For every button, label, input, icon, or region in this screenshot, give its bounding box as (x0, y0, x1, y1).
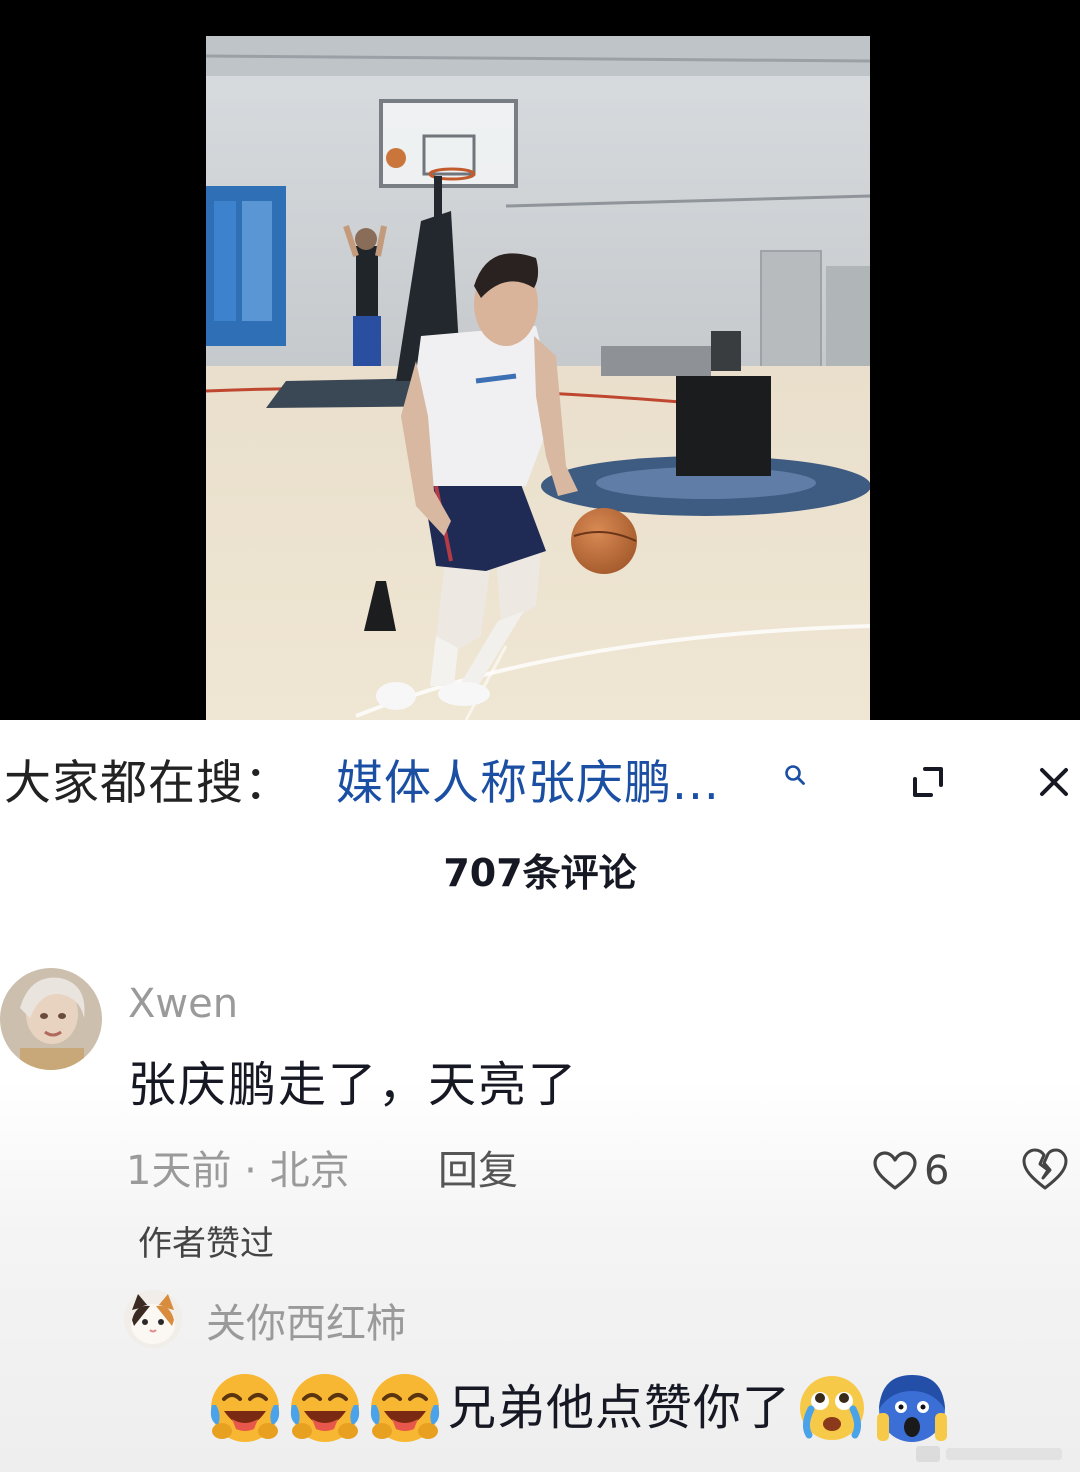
reply-avatar[interactable] (124, 1290, 182, 1348)
user-avatar-image (0, 968, 102, 1070)
laugh-cry-emoji-icon (370, 1374, 440, 1442)
avatar[interactable] (0, 968, 102, 1070)
expand-icon (913, 767, 943, 797)
video-frame[interactable] (206, 36, 870, 720)
watermark-logo (916, 1446, 1062, 1462)
comment-username[interactable]: Xwen (128, 980, 238, 1028)
trending-search-bar[interactable]: 大家都在搜： 媒体人称张庆鹏... (0, 720, 1080, 844)
laugh-cry-emoji-icon (290, 1374, 360, 1442)
like-count: 6 (924, 1148, 950, 1194)
trending-search-link[interactable]: 媒体人称张庆鹏... (336, 756, 720, 812)
cry-emoji-icon (800, 1376, 865, 1440)
scream-emoji-icon (877, 1375, 948, 1442)
video-still-image (206, 36, 870, 720)
broken-heart-icon (1022, 1148, 1068, 1190)
reply-text: 兄弟他点赞你了 (448, 1380, 792, 1436)
like-button[interactable]: 6 (872, 1146, 949, 1196)
reply-content: 兄弟他点赞你了 (206, 1366, 953, 1450)
dislike-button[interactable] (1020, 1146, 1070, 1196)
expand-button[interactable] (900, 754, 956, 810)
comment-count-title: 707条评论 (443, 851, 637, 895)
close-icon (1040, 768, 1068, 796)
video-player[interactable] (0, 0, 1080, 720)
laugh-cry-emoji-icon (210, 1374, 280, 1442)
reply-username[interactable]: 关你西红柿 (206, 1298, 406, 1350)
close-button[interactable] (1026, 754, 1080, 810)
cat-avatar-image (124, 1290, 182, 1348)
author-liked-badge: 作者赞过 (138, 1224, 274, 1264)
comment-time-location: 1天前 · 北京 (126, 1148, 350, 1194)
reply-button[interactable]: 回复 (438, 1144, 518, 1198)
search-icon[interactable] (784, 764, 806, 786)
search-prefix-label: 大家都在搜： (4, 756, 292, 811)
heart-icon (873, 1151, 917, 1190)
comment-text: 张庆鹏走了，天亮了 (128, 1057, 579, 1113)
